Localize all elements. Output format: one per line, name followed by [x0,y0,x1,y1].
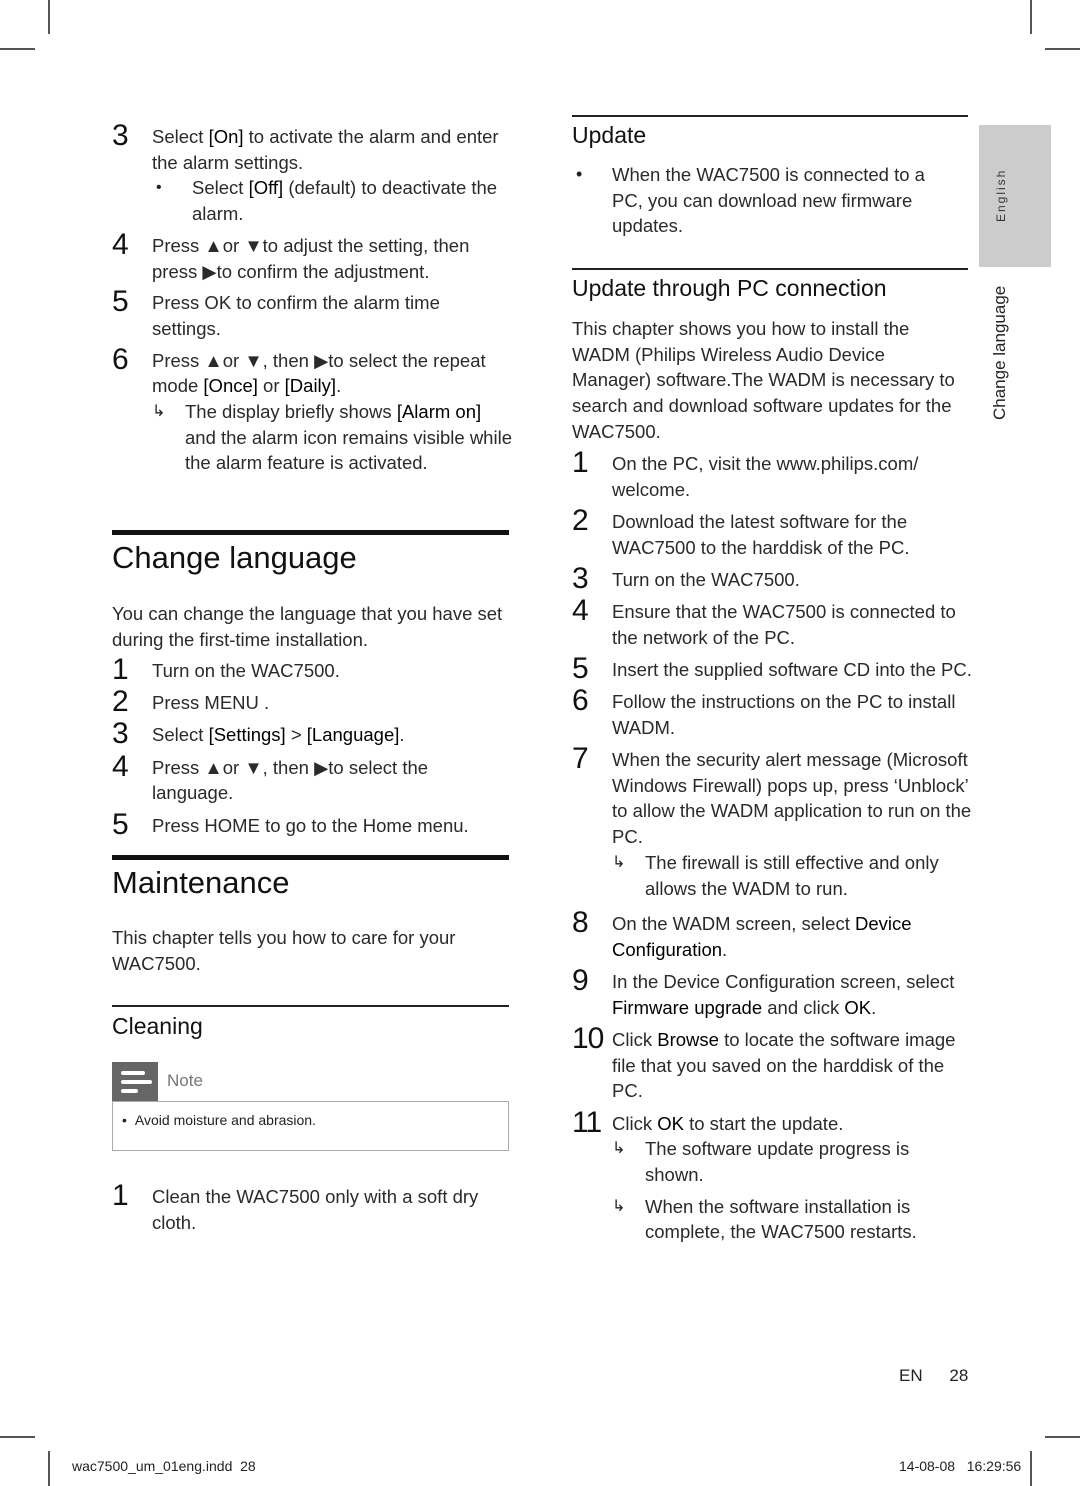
print-file-label: wac7500_um_01eng.indd 28 [72,1458,256,1474]
update-pc-steps: 1 On the PC, visit the www.philips.com/ … [572,446,972,1246]
list-item: 1 Turn on the WAC7500. [112,653,340,686]
page-footer: EN 28 [899,1366,968,1386]
list-item: 11 Click OK to start the update. ↳ The s… [572,1105,972,1246]
cleaning-steps: 1 Clean the WAC7500 only with a soft dry… [112,1179,512,1235]
result-arrow-icon: ↳ [612,1197,626,1215]
crop-mark [48,0,50,34]
section-intro: You can change the language that you hav… [112,603,503,650]
result-item: ↳ The firewall is still effective and on… [612,851,939,899]
note-item: • Avoid moisture and abrasion. [122,1112,316,1128]
list-item: 4 Press ▲or ▼, then ▶to select the langu… [112,749,429,804]
left-column: 3 Select [On] to activate the alarm and … [112,119,512,477]
footer-lang: EN [899,1366,923,1385]
section-rule [112,530,509,535]
step-number: 10 [572,1022,604,1056]
subsection-rule [572,268,968,270]
note-icon [112,1062,158,1102]
section-title-change-language: Change language [112,540,357,575]
step-number: 8 [572,906,589,940]
bullet-item: • Select [Off] (default) to deactivate t… [156,177,498,225]
list-item: 5 Press HOME to go to the Home menu. [112,807,469,841]
alarm-step: 5 Press OK to confirm the alarm time set… [112,285,440,339]
step-number: 5 [572,651,589,685]
list-item: 9 In the Device Configuration screen, se… [572,964,955,1018]
list-item: 3 Select [Settings] > [Language]. [112,717,405,751]
list-item: 8 On the WADM screen, select Device Conf… [572,906,912,960]
list-item: 2 Download the latest software for the W… [572,503,910,558]
note-box: • Avoid moisture and abrasion. [112,1101,509,1151]
step-number: 2 [572,503,589,537]
update-bullets: • When the WAC7500 is connected to a PC,… [572,162,952,239]
step-number: 1 [112,653,129,686]
step-number: 9 [572,964,589,998]
result-item: ↳ The software update progress is shown. [612,1138,910,1186]
step-number: 2 [112,685,129,719]
result-item: ↳ The display briefly shows [Alarm on] a… [152,401,512,474]
crop-mark [1045,1436,1080,1438]
alarm-step: 4 Press ▲or ▼to adjust the setting, then… [112,227,470,282]
crop-mark [0,48,35,50]
list-item: 7 When the security alert message (Micro… [572,742,972,901]
crop-mark [0,1436,35,1438]
crop-mark [1030,0,1032,34]
section-intro: This chapter shows you how to install th… [572,318,955,442]
list-item: 1 On the PC, visit the www.philips.com/ … [572,446,919,500]
step-number: 3 [112,717,129,751]
step-number: 6 [112,342,129,376]
section-intro: This chapter tells you how to care for y… [112,927,456,974]
print-timestamp: 14-08-08 16:29:56 [899,1458,1022,1474]
result-arrow-icon: ↳ [612,1140,626,1158]
page-number: 28 [949,1366,969,1385]
crop-mark [1030,1451,1032,1486]
list-item: 6 Follow the instructions on the PC to i… [572,684,956,738]
subsection-rule [572,115,968,117]
subsection-title-update: Update [572,122,647,148]
step-number: 1 [112,1179,129,1212]
list-item: 3 Turn on the WAC7500. [572,561,800,595]
note-label: Note [167,1071,203,1090]
bullet-item: • When the WAC7500 is connected to a PC,… [576,164,925,237]
step-number: 11 [572,1105,602,1139]
crop-mark [1045,48,1080,50]
step-number: 5 [112,807,129,841]
step-number: 1 [572,446,589,479]
step-number: 3 [572,561,589,595]
step-number: 6 [572,684,589,718]
subsection-rule [112,1005,509,1007]
change-language-steps: 1 Turn on the WAC7500. 2 Press MENU . 3 … [112,653,512,841]
alarm-step: 6 Press ▲or ▼, then ▶to select the repea… [112,342,512,477]
list-item: 1 Clean the WAC7500 only with a soft dry… [112,1179,479,1233]
list-item: 10 Click Browse to locate the software i… [572,1022,956,1102]
language-tab [979,125,1051,267]
side-section-label: Change language [990,285,1009,420]
step-number: 7 [572,742,589,776]
result-arrow-icon: ↳ [612,853,626,871]
step-number: 4 [112,227,129,261]
alarm-step: 3 Select [On] to activate the alarm and … [112,119,512,227]
language-tab-label: English [994,168,1008,222]
step-number: 4 [112,749,129,783]
bullet-icon: • [122,1112,127,1128]
crop-mark [48,1451,50,1486]
list-item: 5 Insert the supplied software CD into t… [572,651,972,685]
subsection-title-cleaning: Cleaning [112,1013,203,1039]
subsection-title-update-pc: Update through PC connection [572,275,887,301]
list-item: 4 Ensure that the WAC7500 is connected t… [572,594,956,648]
result-item: ↳ When the software installation is comp… [612,1195,917,1243]
step-number: 5 [112,285,129,319]
step-number: 4 [572,594,589,628]
result-arrow-icon: ↳ [152,403,166,421]
list-item: 2 Press MENU . [112,685,270,719]
bullet-icon: • [576,164,583,184]
section-rule [112,855,509,860]
section-title-maintenance: Maintenance [112,865,290,900]
step-number: 3 [112,119,129,152]
bullet-icon: • [156,179,162,197]
